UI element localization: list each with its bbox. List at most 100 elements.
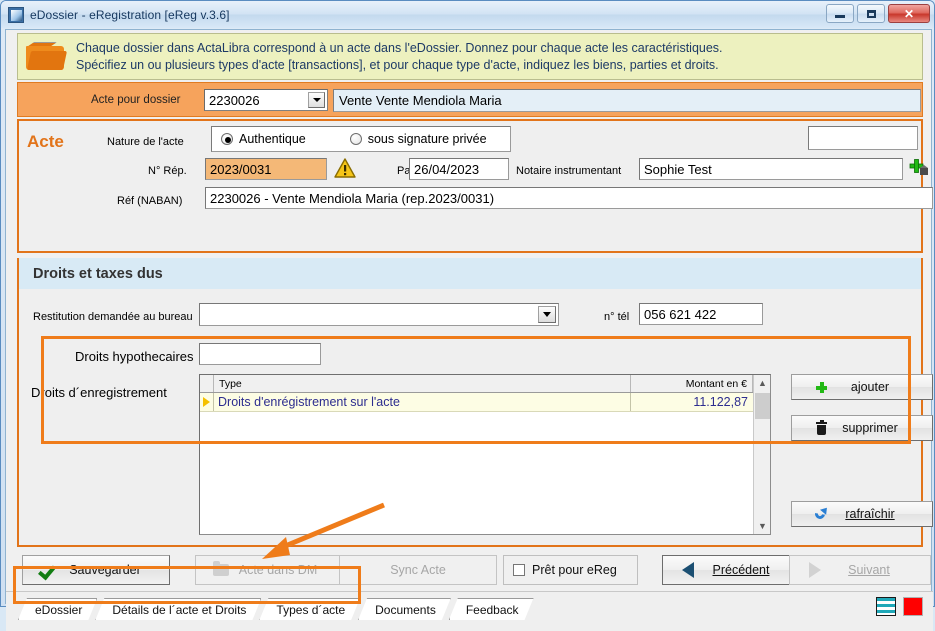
action-button-row: Sauvegarder Acte dans DM Sync Acte Prêt …: [17, 555, 931, 587]
grid-indicator-header: [200, 375, 214, 392]
arrow-right-icon: [800, 562, 830, 578]
sauvegarder-button-label: Sauvegarder: [69, 563, 141, 577]
droits-hypothecaires-field[interactable]: [199, 343, 321, 365]
pret-pour-ereg-label: Prêt pour eReg: [532, 563, 617, 577]
suivant-button-label: Suivant: [848, 563, 890, 577]
table-row[interactable]: Droits d'enrégistrement sur l'acte 11.12…: [200, 393, 770, 412]
maximize-button[interactable]: [857, 4, 885, 23]
sync-acte-button-label: Sync Acte: [390, 563, 446, 577]
precedent-button[interactable]: Précédent: [662, 555, 802, 585]
dossier-combobox[interactable]: 2230026: [204, 89, 328, 111]
ref-naban-label: Réf (NABAN): [117, 195, 183, 207]
rafraichir-button-label: rafraîchir: [845, 507, 895, 521]
droits-section-header: Droits et taxes dus: [17, 258, 923, 289]
plus-icon: [808, 381, 834, 393]
info-banner: Chaque dossier dans ActaLibra correspond…: [17, 33, 923, 80]
warning-icon: [334, 158, 356, 178]
app-icon: [8, 6, 24, 23]
acte-dans-dm-button[interactable]: Acte dans DM: [195, 555, 343, 585]
pret-pour-ereg-checkbox[interactable]: Prêt pour eReg: [503, 555, 638, 585]
refresh-icon: [808, 505, 834, 521]
window-title: eDossier - eRegistration [eReg v.3.6]: [30, 7, 230, 22]
droits-enregistrement-label: Droits d´enregistrement: [31, 385, 167, 400]
cell-type: Droits d'enrégistrement sur l'acte: [214, 393, 631, 411]
title-bar: eDossier - eRegistration [eReg v.3.6] ✕: [1, 1, 934, 28]
radio-authentique-label: Authentique: [239, 132, 306, 146]
acte-extra-field[interactable]: [808, 126, 918, 150]
droits-section-body: Restitution demandée au bureau n° tél 05…: [17, 289, 933, 547]
column-header-type[interactable]: Type: [214, 375, 631, 392]
chevron-down-icon[interactable]: [308, 92, 325, 108]
tab-edossier-label: eDossier: [35, 602, 83, 617]
passe-date-field[interactable]: 26/04/2023: [409, 158, 509, 180]
chevron-down-icon[interactable]: [538, 306, 556, 323]
tab-edossier[interactable]: eDossier: [18, 598, 97, 620]
tab-types-acte-label: Types d´acte: [276, 602, 346, 617]
telephone-field[interactable]: 056 621 422: [639, 303, 763, 325]
rep-label: N° Rép.: [148, 165, 187, 177]
tab-feedback-label: Feedback: [465, 602, 519, 617]
tab-list: eDossier Détails de l´acte et Droits Typ…: [18, 598, 532, 620]
radio-checked-icon: [221, 133, 233, 145]
tab-documents[interactable]: Documents: [358, 598, 451, 620]
radio-authentique[interactable]: Authentique: [221, 132, 306, 146]
notaire-label: Notaire instrumentant: [516, 165, 622, 177]
sauvegarder-button[interactable]: Sauvegarder: [22, 555, 170, 585]
banner-line-1: Chaque dossier dans ActaLibra correspond…: [76, 40, 723, 55]
supprimer-button-label: supprimer: [842, 421, 898, 435]
checkbox-unchecked-icon[interactable]: [513, 564, 525, 576]
acte-panel: Acte Nature de l'acte Authentique sous s…: [17, 119, 933, 253]
tab-types-acte[interactable]: Types d´acte: [259, 598, 360, 620]
rep-field[interactable]: 2023/0031: [205, 158, 327, 180]
rafraichir-button[interactable]: rafraîchir: [791, 501, 933, 527]
notaire-field[interactable]: Sophie Test: [639, 158, 903, 180]
folder-icon: [26, 42, 68, 72]
dossier-selector-bar: Acte pour dossier 2230026 Vente Vente Me…: [17, 82, 923, 117]
grid-header-row: Type Montant en €: [200, 375, 770, 393]
droits-section-title: Droits et taxes dus: [33, 265, 163, 282]
grid-vertical-scrollbar[interactable]: ▲ ▼: [753, 375, 770, 534]
trash-icon: [808, 419, 834, 435]
sync-acte-button[interactable]: Sync Acte: [339, 555, 497, 585]
application-window: eDossier - eRegistration [eReg v.3.6] ✕ …: [0, 0, 935, 631]
minimize-icon: [835, 15, 845, 18]
ref-naban-field[interactable]: 2230026 - Vente Mendiola Maria (rep.2023…: [205, 187, 933, 209]
restitution-label: Restitution demandée au bureau: [33, 311, 193, 323]
row-selector-arrow-icon: [200, 393, 214, 411]
droits-hypothecaires-label: Droits hypothecaires: [75, 349, 194, 364]
radio-sous-signature[interactable]: sous signature privée: [349, 132, 487, 146]
tab-feedback[interactable]: Feedback: [449, 598, 534, 620]
acte-pour-dossier-label: Acte pour dossier: [91, 94, 181, 106]
maximize-icon: [866, 9, 876, 18]
column-header-amount[interactable]: Montant en €: [631, 375, 753, 392]
ajouter-button-label: ajouter: [850, 380, 890, 394]
minimize-button[interactable]: [826, 4, 854, 23]
acte-panel-title: Acte: [27, 132, 64, 151]
tab-bar: eDossier Détails de l´acte et Droits Typ…: [6, 591, 933, 631]
check-icon: [33, 563, 63, 577]
tab-details-label: Détails de l´acte et Droits: [112, 602, 247, 617]
tab-details-acte-droits[interactable]: Détails de l´acte et Droits: [95, 598, 261, 620]
scrollbar-thumb[interactable]: [755, 393, 770, 419]
add-notaire-icon[interactable]: [907, 156, 931, 180]
window-controls: ✕: [826, 4, 930, 23]
close-button[interactable]: ✕: [888, 4, 930, 23]
supprimer-button[interactable]: supprimer: [791, 415, 933, 441]
arrow-left-icon: [673, 562, 703, 578]
radio-unchecked-icon: [349, 133, 362, 145]
cell-amount: 11.122,87: [693, 395, 748, 409]
scroll-down-icon[interactable]: ▼: [754, 518, 771, 534]
banner-line-2: Spécifiez un ou plusieurs types d'acte […: [76, 57, 719, 72]
nature-radio-group: Authentique sous signature privée: [211, 126, 511, 152]
suivant-button[interactable]: Suivant: [789, 555, 931, 585]
precedent-button-label: Précédent: [712, 563, 770, 577]
acte-dans-dm-button-label: Acte dans DM: [238, 563, 318, 577]
restitution-combobox[interactable]: [199, 303, 559, 326]
radio-sous-signature-label: sous signature privée: [367, 132, 487, 146]
ajouter-button[interactable]: ajouter: [791, 374, 933, 400]
banner-text: Chaque dossier dans ActaLibra correspond…: [76, 40, 723, 74]
dossier-combobox-value: 2230026: [209, 92, 260, 108]
droits-grid: Type Montant en € Droits d'enrégistremen…: [199, 374, 771, 535]
scroll-up-icon[interactable]: ▲: [754, 375, 771, 391]
dossier-name-field: Vente Vente Mendiola Maria: [333, 89, 921, 112]
